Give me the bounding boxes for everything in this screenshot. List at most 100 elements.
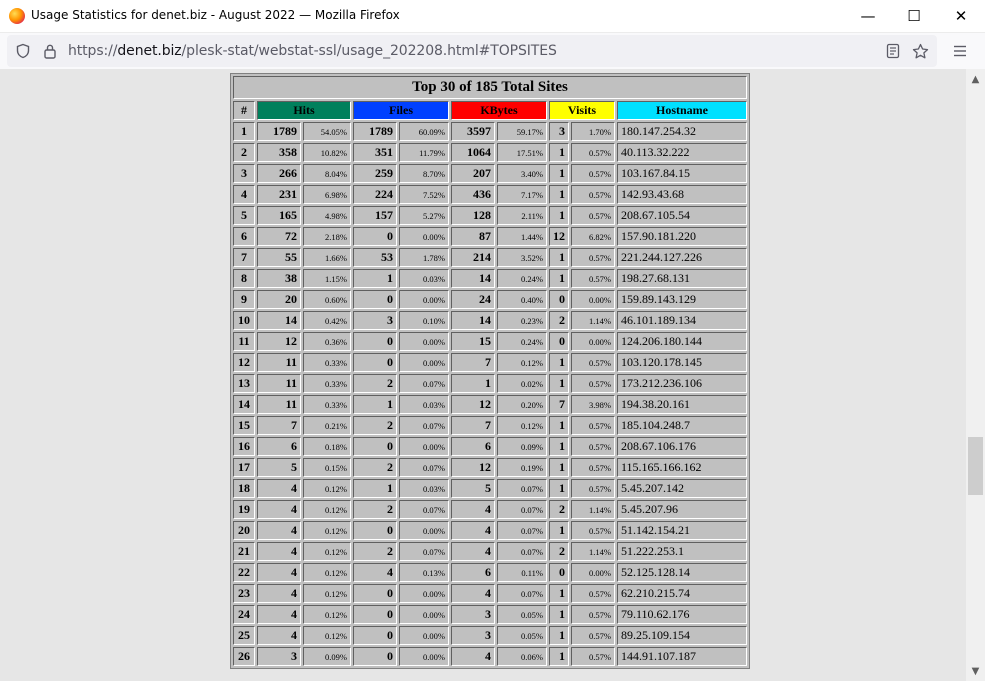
scroll-down-arrow-icon[interactable]: ▼ <box>966 663 985 679</box>
cell-visits: 1 <box>549 164 569 183</box>
cell-rank: 15 <box>233 416 255 435</box>
cell-files: 0 <box>353 626 397 645</box>
url-path: /plesk-stat/webstat-ssl/usage_202208.htm… <box>181 43 557 59</box>
cell-hostname: 103.167.84.15 <box>617 164 747 183</box>
cell-hits-pct: 2.18% <box>303 227 351 246</box>
cell-hits-pct: 0.09% <box>303 647 351 666</box>
cell-kbytes-pct: 0.24% <box>497 332 547 351</box>
shield-icon[interactable] <box>14 42 32 60</box>
cell-files-pct: 0.13% <box>399 563 449 582</box>
cell-visits-pct: 0.57% <box>571 206 615 225</box>
cell-files-pct: 0.03% <box>399 395 449 414</box>
url-text[interactable]: https://denet.biz/plesk-stat/webstat-ssl… <box>68 43 557 59</box>
vertical-scrollbar[interactable]: ▲ ▼ <box>966 69 985 681</box>
cell-kbytes-pct: 0.07% <box>497 479 547 498</box>
cell-hostname: 46.101.189.134 <box>617 311 747 330</box>
cell-hostname: 144.91.107.187 <box>617 647 747 666</box>
lock-icon[interactable] <box>41 42 59 60</box>
cell-visits-pct: 3.98% <box>571 395 615 414</box>
maximize-button[interactable]: ☐ <box>891 0 937 32</box>
cell-rank: 8 <box>233 269 255 288</box>
cell-hostname: 208.67.105.54 <box>617 206 747 225</box>
cell-hostname: 62.210.215.74 <box>617 584 747 603</box>
menu-hamburger-icon[interactable] <box>951 42 969 60</box>
cell-hits: 4 <box>257 542 301 561</box>
cell-kbytes: 3597 <box>451 122 495 141</box>
cell-visits-pct: 0.57% <box>571 269 615 288</box>
cell-rank: 23 <box>233 584 255 603</box>
cell-kbytes: 436 <box>451 185 495 204</box>
cell-hostname: 40.113.32.222 <box>617 143 747 162</box>
reader-view-icon[interactable] <box>884 42 902 60</box>
cell-rank: 7 <box>233 248 255 267</box>
cell-files-pct: 0.07% <box>399 416 449 435</box>
cell-visits: 1 <box>549 269 569 288</box>
cell-hits-pct: 0.33% <box>303 353 351 372</box>
cell-hits: 55 <box>257 248 301 267</box>
cell-kbytes-pct: 0.05% <box>497 605 547 624</box>
cell-visits: 1 <box>549 248 569 267</box>
cell-visits: 1 <box>549 626 569 645</box>
table-row: 14 11 0.33% 1 0.03% 12 0.20% 7 3.98% 194.38.20.16… <box>233 395 747 414</box>
cell-visits-pct: 0.57% <box>571 248 615 267</box>
header-hostname: Hostname <box>617 101 747 120</box>
cell-hits: 231 <box>257 185 301 204</box>
table-row: 8 38 1.15% 1 0.03% 14 0.24% 1 0.57% 198.27.68.131 <box>233 269 747 288</box>
cell-hostname: 79.110.62.176 <box>617 605 747 624</box>
url-prefix: https:// <box>68 43 118 59</box>
cell-rank: 26 <box>233 647 255 666</box>
close-button[interactable]: ✕ <box>938 0 984 32</box>
minimize-button[interactable]: — <box>845 0 891 32</box>
cell-hits-pct: 4.98% <box>303 206 351 225</box>
cell-hits-pct: 0.60% <box>303 290 351 309</box>
table-row: 17 5 0.15% 2 0.07% 12 0.19% 1 0.57% 115.165.166.1… <box>233 458 747 477</box>
scroll-up-arrow-icon[interactable]: ▲ <box>966 71 985 87</box>
cell-files: 0 <box>353 227 397 246</box>
cell-hits: 5 <box>257 458 301 477</box>
cell-files: 1789 <box>353 122 397 141</box>
cell-hits: 14 <box>257 311 301 330</box>
cell-hostname: 208.67.106.176 <box>617 437 747 456</box>
cell-hits: 11 <box>257 395 301 414</box>
cell-hits-pct: 54.05% <box>303 122 351 141</box>
address-bar[interactable]: https://denet.biz/plesk-stat/webstat-ssl… <box>7 35 937 67</box>
cell-hits: 38 <box>257 269 301 288</box>
table-row: 11 12 0.36% 0 0.00% 15 0.24% 0 0.00% 124.206.180.… <box>233 332 747 351</box>
cell-hostname: 157.90.181.220 <box>617 227 747 246</box>
cell-kbytes-pct: 0.12% <box>497 416 547 435</box>
cell-kbytes-pct: 0.07% <box>497 542 547 561</box>
cell-visits-pct: 0.57% <box>571 605 615 624</box>
cell-files: 351 <box>353 143 397 162</box>
cell-visits: 0 <box>549 332 569 351</box>
cell-files: 4 <box>353 563 397 582</box>
cell-rank: 9 <box>233 290 255 309</box>
cell-rank: 19 <box>233 500 255 519</box>
bookmark-star-icon[interactable] <box>911 42 929 60</box>
cell-files-pct: 0.00% <box>399 290 449 309</box>
scrollbar-thumb[interactable] <box>968 437 983 495</box>
cell-rank: 11 <box>233 332 255 351</box>
cell-kbytes: 14 <box>451 269 495 288</box>
cell-hits-pct: 10.82% <box>303 143 351 162</box>
cell-kbytes: 6 <box>451 437 495 456</box>
cell-hits: 4 <box>257 500 301 519</box>
table-body: 1 1789 54.05% 1789 60.09% 3597 59.17% 3 1.70% 180… <box>233 122 747 666</box>
cell-visits-pct: 0.57% <box>571 185 615 204</box>
cell-rank: 1 <box>233 122 255 141</box>
cell-files-pct: 11.79% <box>399 143 449 162</box>
cell-hits: 12 <box>257 332 301 351</box>
cell-hits-pct: 0.12% <box>303 479 351 498</box>
cell-kbytes-pct: 1.44% <box>497 227 547 246</box>
table-row: 5 165 4.98% 157 5.27% 128 2.11% 1 0.57% 208.67.10… <box>233 206 747 225</box>
cell-visits-pct: 0.57% <box>571 458 615 477</box>
cell-files-pct: 0.00% <box>399 605 449 624</box>
cell-visits-pct: 0.57% <box>571 416 615 435</box>
cell-files-pct: 0.07% <box>399 458 449 477</box>
cell-hits-pct: 8.04% <box>303 164 351 183</box>
cell-kbytes: 14 <box>451 311 495 330</box>
cell-hostname: 115.165.166.162 <box>617 458 747 477</box>
cell-visits-pct: 0.57% <box>571 353 615 372</box>
cell-kbytes: 7 <box>451 416 495 435</box>
cell-files-pct: 0.10% <box>399 311 449 330</box>
cell-kbytes: 6 <box>451 563 495 582</box>
